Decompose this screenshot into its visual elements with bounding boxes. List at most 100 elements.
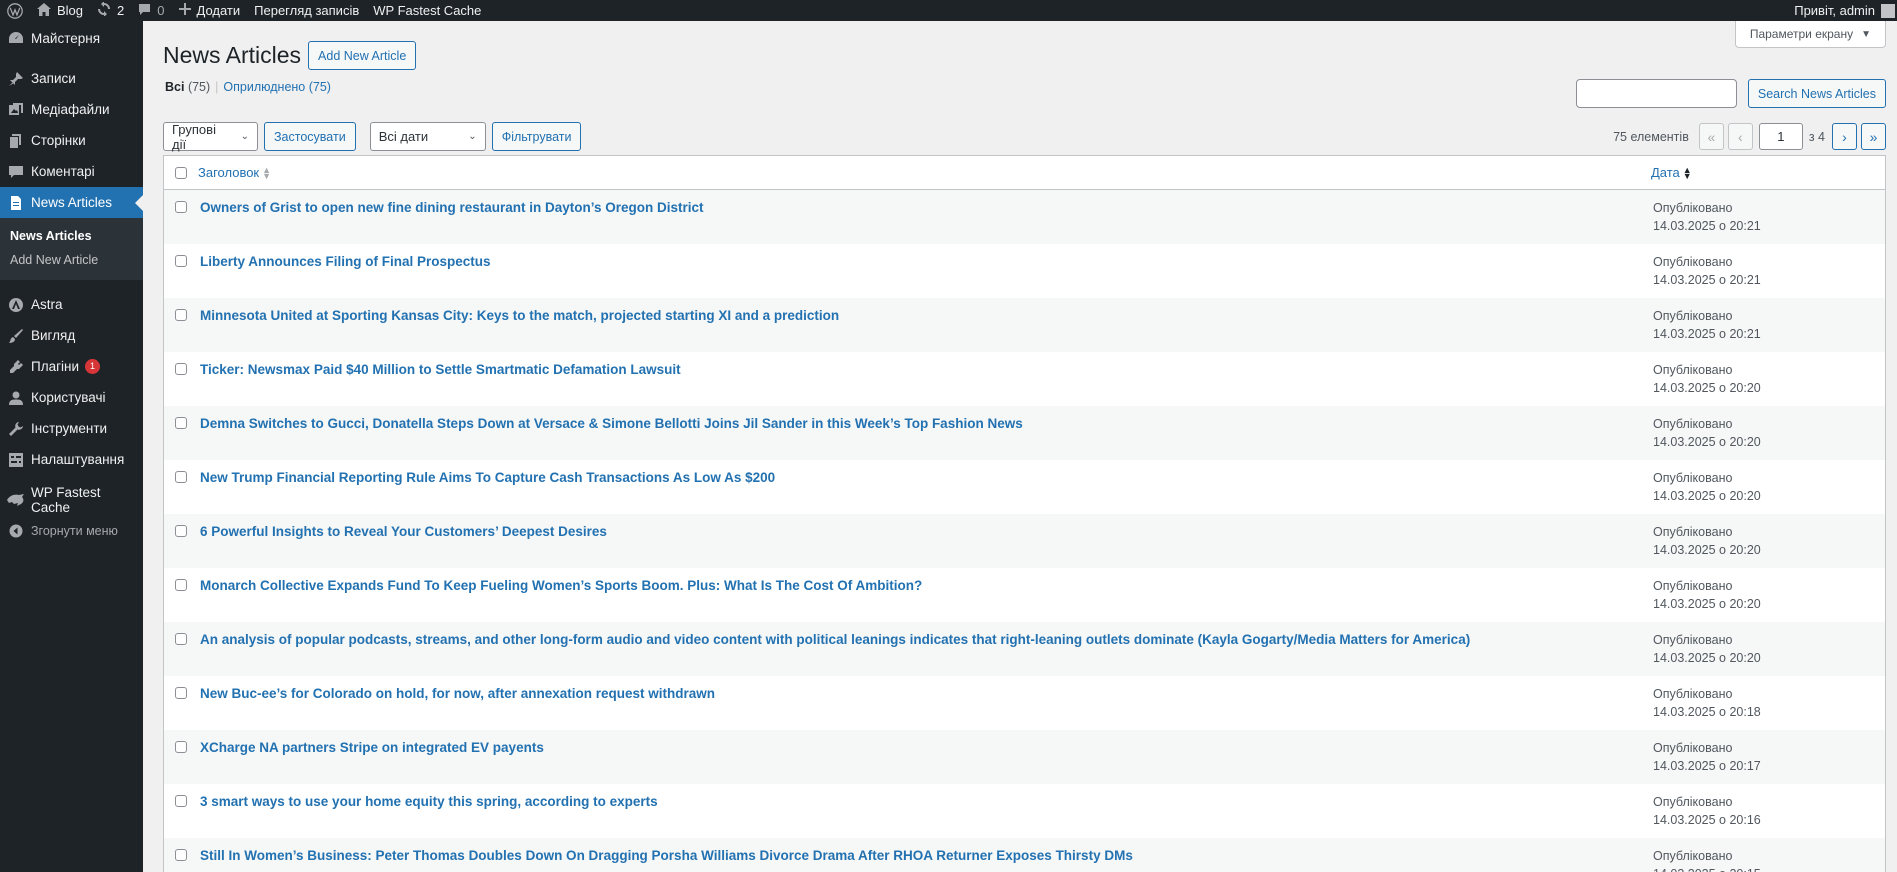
filter-published-link[interactable]: Оприлюднено (75) [223, 80, 331, 94]
pages-icon [6, 131, 26, 151]
sidebar-item-users[interactable]: Користувачі [0, 382, 143, 413]
article-date-cell: Опубліковано 14.03.2025 о 20:20 [1653, 578, 1761, 613]
article-title-link[interactable]: 3 smart ways to use your home equity thi… [198, 784, 658, 838]
sidebar-item-astra[interactable]: Astra [0, 289, 143, 320]
row-checkbox-cell [164, 406, 198, 460]
row-checkbox-cell [164, 568, 198, 622]
filter-all-count: (75) [187, 80, 211, 94]
sidebar-item-comments[interactable]: Коментарі [0, 156, 143, 187]
article-title-link[interactable]: New Trump Financial Reporting Rule Aims … [198, 460, 775, 514]
main-content: Параметри екрану ▼ News Articles Add New… [143, 21, 1897, 872]
screen-options-button[interactable]: Параметри екрану ▼ [1734, 21, 1886, 48]
filter-published-count: (75) [308, 80, 331, 94]
filter-button[interactable]: Фільтрувати [491, 122, 582, 151]
row-checkbox[interactable] [175, 417, 187, 429]
sidebar-label-astra: Astra [31, 297, 63, 312]
row-checkbox[interactable] [175, 525, 187, 537]
next-page-button[interactable]: › [1832, 123, 1857, 150]
new-content-link[interactable]: Додати [172, 0, 248, 21]
add-new-article-button[interactable]: Add New Article [308, 41, 417, 70]
prev-page-button[interactable]: ‹ [1727, 123, 1753, 150]
page-heading: News Articles Add New Article [163, 41, 417, 70]
sidebar-item-media[interactable]: Медіафайли [0, 94, 143, 125]
row-checkbox[interactable] [175, 255, 187, 267]
my-account-link[interactable]: Привіт, admin [1787, 0, 1897, 21]
row-checkbox[interactable] [175, 687, 187, 699]
table-row: Liberty Announces Filing of Final Prospe… [164, 244, 1885, 298]
date-column-label: Дата [1651, 165, 1680, 180]
sidebar-item-appearance[interactable]: Вигляд [0, 320, 143, 351]
row-checkbox-cell [164, 730, 198, 784]
title-column-header[interactable]: Заголовок ▲ ▼ [198, 165, 271, 180]
table-row: Ticker: Newsmax Paid $40 Million to Sett… [164, 352, 1885, 406]
article-date-cell: Опубліковано 14.03.2025 о 20:18 [1653, 686, 1761, 721]
row-checkbox-cell [164, 190, 198, 244]
row-checkbox[interactable] [175, 849, 187, 861]
wordpress-logo-icon[interactable] [0, 0, 30, 21]
news-articles-submenu: News Articles Add New Article [0, 218, 143, 280]
article-title-link[interactable]: Still In Women’s Business: Peter Thomas … [198, 838, 1133, 872]
admin-sidebar: Майстерня Записи Медіафайли Сторінки Ком… [0, 21, 143, 872]
site-name-label: Blog [57, 3, 84, 18]
submenu-item-news-articles[interactable]: News Articles [0, 224, 143, 248]
status-filters: Всі (75) | Оприлюднено (75) [165, 80, 331, 94]
article-title-link[interactable]: Minnesota United at Sporting Kansas City… [198, 298, 839, 352]
filter-all-link[interactable]: Всі (75) [165, 80, 210, 94]
updates-icon [97, 1, 111, 19]
article-title-link[interactable]: 6 Powerful Insights to Reveal Your Custo… [198, 514, 607, 568]
row-checkbox[interactable] [175, 579, 187, 591]
article-title-link[interactable]: Owners of Grist to open new fine dining … [198, 190, 704, 244]
row-checkbox[interactable] [175, 471, 187, 483]
article-date-cell: Опубліковано 14.03.2025 о 20:20 [1653, 632, 1761, 667]
date-filter-select[interactable]: Всі дати ⌄ [369, 122, 486, 151]
article-date-cell: Опубліковано 14.03.2025 о 20:16 [1653, 794, 1761, 829]
comments-link[interactable]: 0 [131, 0, 171, 21]
comments-icon [6, 162, 26, 182]
sidebar-item-pages[interactable]: Сторінки [0, 125, 143, 156]
view-posts-link[interactable]: Перегляд записів [247, 0, 366, 21]
submenu-item-add-new-article[interactable]: Add New Article [0, 248, 143, 272]
updates-link[interactable]: 2 [90, 0, 131, 21]
date-column-header[interactable]: Дата ▲ ▼ [1651, 165, 1692, 180]
table-row: XCharge NA partners Stripe on integrated… [164, 730, 1885, 784]
search-input[interactable] [1575, 79, 1737, 108]
wp-fastest-cache-link[interactable]: WP Fastest Cache [366, 0, 488, 21]
article-title-link[interactable]: Monarch Collective Expands Fund To Keep … [198, 568, 922, 622]
sidebar-item-settings[interactable]: Налаштування [0, 444, 143, 475]
row-checkbox[interactable] [175, 363, 187, 375]
sidebar-item-tools[interactable]: Інструменти [0, 413, 143, 444]
article-title-link[interactable]: Demna Switches to Gucci, Donatella Steps… [198, 406, 1023, 460]
collapse-menu-button[interactable]: Згорнути меню [0, 515, 143, 546]
article-date-cell: Опубліковано 14.03.2025 о 20:20 [1653, 470, 1761, 505]
apply-button[interactable]: Застосувати [264, 122, 356, 151]
sidebar-item-plugins[interactable]: Плагіни 1 [0, 351, 143, 382]
article-title-link[interactable]: XCharge NA partners Stripe on integrated… [198, 730, 544, 784]
row-checkbox[interactable] [175, 795, 187, 807]
sidebar-item-posts[interactable]: Записи [0, 63, 143, 94]
sidebar-item-wp-fastest-cache[interactable]: WP Fastest Cache [0, 484, 143, 515]
article-status: Опубліковано [1653, 471, 1733, 485]
row-checkbox[interactable] [175, 309, 187, 321]
row-checkbox[interactable] [175, 201, 187, 213]
last-page-button[interactable]: » [1861, 123, 1886, 150]
row-checkbox[interactable] [175, 741, 187, 753]
site-name-link[interactable]: Blog [30, 0, 90, 21]
sidebar-item-news-articles[interactable]: News Articles [0, 187, 143, 218]
article-title-link[interactable]: Ticker: Newsmax Paid $40 Million to Sett… [198, 352, 681, 406]
plugin-icon [6, 357, 26, 377]
select-all-checkbox[interactable] [175, 166, 187, 179]
total-pages-label: з 4 [1808, 129, 1825, 144]
sidebar-label-appearance: Вигляд [31, 328, 76, 343]
sidebar-item-dashboard[interactable]: Майстерня [0, 23, 143, 54]
search-articles-button[interactable]: Search News Articles [1747, 79, 1886, 108]
table-row: Monarch Collective Expands Fund To Keep … [164, 568, 1885, 622]
row-checkbox[interactable] [175, 633, 187, 645]
plus-icon [178, 3, 191, 18]
first-page-button[interactable]: « [1698, 123, 1724, 150]
article-title-link[interactable]: Liberty Announces Filing of Final Prospe… [198, 244, 491, 298]
row-checkbox-cell [164, 784, 198, 838]
current-page-input[interactable]: 1 [1758, 123, 1803, 150]
bulk-actions-select[interactable]: Групові дії ⌄ [163, 122, 258, 152]
article-title-link[interactable]: An analysis of popular podcasts, streams… [198, 622, 1470, 676]
article-title-link[interactable]: New Buc-ee’s for Colorado on hold, for n… [198, 676, 715, 730]
